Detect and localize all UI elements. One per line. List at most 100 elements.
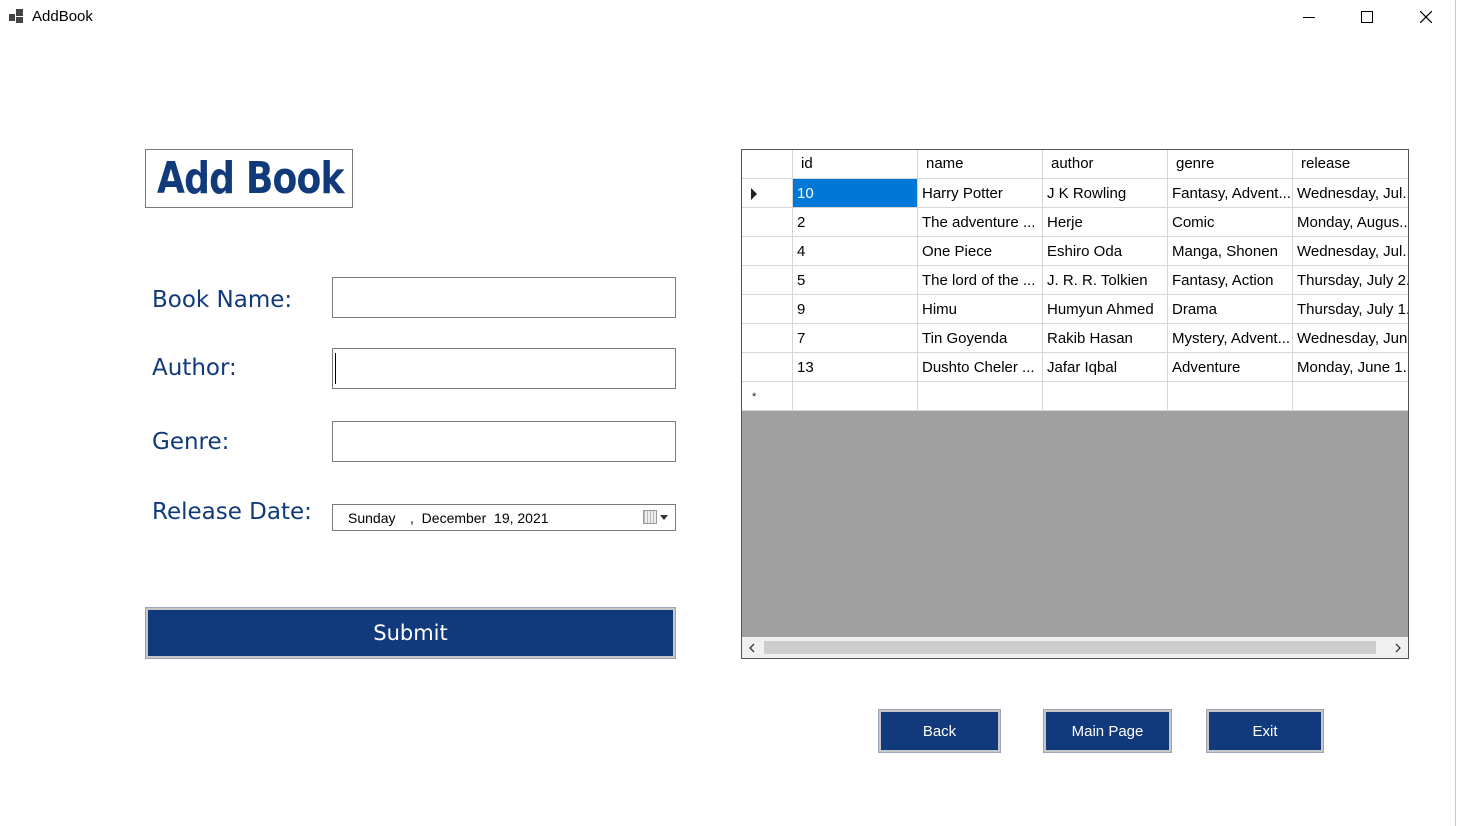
table-row[interactable]: 10 Harry Potter J K Rowling Fantasy, Advent… [742,179,1408,208]
table-cell-release[interactable]: Wednesday, Jul... [1293,237,1408,266]
table-cell-name[interactable]: Dushto Cheler ... [918,353,1043,382]
close-button[interactable] [1397,0,1455,34]
table-cell-id[interactable]: 7 [793,324,918,353]
table-row[interactable]: 9 Himu Humyun Ahmed Drama Thursday, July 1..… [742,295,1408,324]
table-row[interactable]: 13 Dushto Cheler ... Jafar Iqbal Adventure M… [742,353,1408,382]
table-row[interactable]: 7 Tin Goyenda Rakib Hasan Mystery, Advent..… [742,324,1408,353]
table-cell-id[interactable]: 5 [793,266,918,295]
table-cell-id[interactable]: 13 [793,353,918,382]
title-bar: AddBook [0,0,1455,34]
exit-button[interactable]: Exit [1206,709,1324,753]
table-cell-author[interactable]: Herje [1043,208,1168,237]
author-label: Author: [152,355,237,381]
chevron-right-icon [1395,643,1401,652]
row-header[interactable] [742,295,793,324]
book-name-label: Book Name: [152,287,293,313]
close-icon [1420,11,1432,23]
new-row-cell[interactable] [1043,382,1168,411]
table-cell-genre[interactable]: Manga, Shonen [1168,237,1293,266]
books-grid[interactable]: id name author genre release 10 Harry Potter J … [741,149,1409,659]
table-cell-name[interactable]: Harry Potter [918,179,1043,208]
maximize-button[interactable] [1338,0,1396,34]
table-cell-release[interactable]: Monday, Augus... [1293,208,1408,237]
table-cell-name[interactable]: Tin Goyenda [918,324,1043,353]
table-cell-id[interactable]: 9 [793,295,918,324]
window-right-border [1455,0,1456,826]
current-row-arrow-icon [751,188,757,200]
table-cell-name[interactable]: One Piece [918,237,1043,266]
maximize-icon [1361,11,1373,23]
column-header-id[interactable]: id [793,150,918,179]
table-cell-genre[interactable]: Adventure [1168,353,1293,382]
table-row[interactable]: 2 The adventure ... Herje Comic Monday, Augu… [742,208,1408,237]
release-date-label: Release Date: [152,499,312,525]
column-header-release[interactable]: release [1293,150,1408,179]
new-row-cell[interactable] [793,382,918,411]
back-button[interactable]: Back [878,709,1001,753]
table-cell-genre[interactable]: Drama [1168,295,1293,324]
author-input[interactable] [332,348,676,389]
genre-input[interactable] [332,421,676,462]
chevron-down-icon[interactable] [660,515,668,520]
page-title: Add Book [157,153,344,204]
column-header-author[interactable]: author [1043,150,1168,179]
scrollbar-thumb[interactable] [764,641,1376,654]
column-header-name[interactable]: name [918,150,1043,179]
grid-header-row[interactable]: id name author genre release [742,150,1408,179]
table-cell-author[interactable]: Jafar Iqbal [1043,353,1168,382]
text-caret [335,353,336,384]
submit-button[interactable]: Submit [145,607,676,659]
row-header[interactable] [742,179,793,208]
minimize-button[interactable] [1280,0,1338,34]
table-cell-genre[interactable]: Comic [1168,208,1293,237]
table-cell-release[interactable]: Monday, June 1... [1293,353,1408,382]
table-cell-release[interactable]: Thursday, July 2... [1293,266,1408,295]
table-cell-name[interactable]: The adventure ... [918,208,1043,237]
app-icon [9,9,25,25]
table-cell-author[interactable]: Humyun Ahmed [1043,295,1168,324]
row-header[interactable] [742,266,793,295]
row-header[interactable] [742,150,793,179]
minimize-icon [1303,17,1315,18]
date-day: Sunday [348,510,396,526]
table-cell-id[interactable]: 10 [793,179,918,208]
table-row[interactable]: 5 The lord of the ... J. R. R. Tolkien Fant… [742,266,1408,295]
table-cell-genre[interactable]: Mystery, Advent... [1168,324,1293,353]
new-row-cell[interactable] [1293,382,1408,411]
table-cell-id[interactable]: 4 [793,237,918,266]
page-title-box: Add Book [145,149,353,208]
new-row-icon: * [752,391,757,403]
table-cell-author[interactable]: J. R. R. Tolkien [1043,266,1168,295]
table-cell-release[interactable]: Wednesday, Jun... [1293,324,1408,353]
row-header[interactable]: * [742,382,793,411]
row-header[interactable] [742,208,793,237]
book-name-input[interactable] [332,277,676,318]
table-cell-genre[interactable]: Fantasy, Action [1168,266,1293,295]
table-cell-genre[interactable]: Fantasy, Advent... [1168,179,1293,208]
column-header-genre[interactable]: genre [1168,150,1293,179]
table-cell-author[interactable]: Rakib Hasan [1043,324,1168,353]
table-cell-name[interactable]: Himu [918,295,1043,324]
date-value: , December 19, 2021 [410,510,549,526]
table-cell-author[interactable]: Eshiro Oda [1043,237,1168,266]
main-page-button[interactable]: Main Page [1043,709,1172,753]
table-cell-author[interactable]: J K Rowling [1043,179,1168,208]
table-cell-release[interactable]: Wednesday, Jul... [1293,179,1408,208]
scroll-right-button[interactable] [1388,637,1408,658]
new-row-cell[interactable] [1168,382,1293,411]
row-header[interactable] [742,353,793,382]
horizontal-scrollbar[interactable] [742,637,1408,658]
chevron-left-icon [749,643,755,652]
table-cell-name[interactable]: The lord of the ... [918,266,1043,295]
row-header[interactable] [742,237,793,266]
scroll-left-button[interactable] [742,637,762,658]
calendar-icon[interactable] [643,510,657,524]
new-table-row[interactable]: * [742,382,1408,411]
table-row[interactable]: 4 One Piece Eshiro Oda Manga, Shonen Wednesd… [742,237,1408,266]
table-cell-release[interactable]: Thursday, July 1... [1293,295,1408,324]
new-row-cell[interactable] [918,382,1043,411]
release-date-picker[interactable]: Sunday , December 19, 2021 [332,504,676,531]
table-cell-id[interactable]: 2 [793,208,918,237]
row-header[interactable] [742,324,793,353]
genre-label: Genre: [152,429,230,455]
